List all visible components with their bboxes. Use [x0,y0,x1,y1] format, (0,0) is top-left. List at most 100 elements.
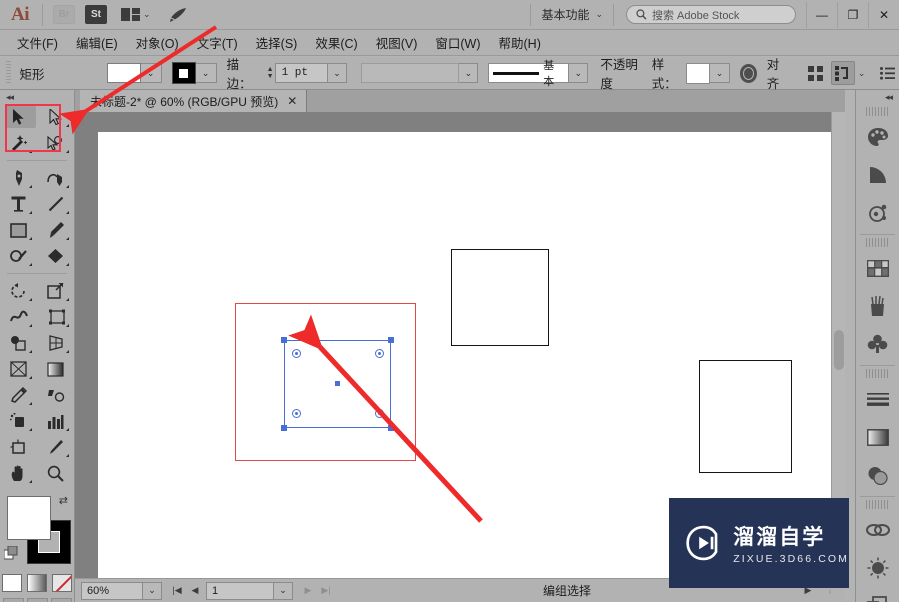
arrange-button[interactable] [831,61,855,85]
fill-swatch[interactable] [106,63,141,83]
maximize-button[interactable]: ❐ [837,1,868,28]
menu-effect[interactable]: 效果(C) [306,30,366,55]
menu-window[interactable]: 窗口(W) [426,30,489,55]
zoom-tool[interactable] [37,460,74,486]
stroke-weight-input[interactable]: 1 pt [274,63,328,83]
stroke-panel-icon[interactable] [856,380,899,418]
scale-tool[interactable] [37,278,74,304]
color-swatch-button[interactable] [2,574,22,592]
dock-collapse-button[interactable]: ◂◂ [856,90,899,104]
eyedropper-tool[interactable] [0,382,37,408]
transform-button[interactable] [803,61,827,85]
blend-tool[interactable] [37,382,74,408]
dock-group-grip[interactable] [866,238,889,247]
appearance-panel-icon[interactable] [856,511,899,549]
graphic-style-dropdown-arrow[interactable]: ⌄ [710,63,730,83]
zoom-level-input[interactable]: 60% [81,581,143,600]
previous-artboard-button[interactable]: ◀ [186,581,204,601]
paintbrush-tool[interactable] [37,217,74,243]
none-swatch-button[interactable] [52,574,72,592]
anchor-top-left[interactable] [281,337,287,343]
eraser-tool[interactable] [37,243,74,269]
menu-view[interactable]: 视图(V) [367,30,427,55]
first-artboard-button[interactable]: |◀ [168,581,186,601]
stroke-color-control[interactable]: ⌄ [171,62,217,84]
brush-definition-field[interactable]: 基本 [488,60,570,88]
opacity-label[interactable]: 不透明度 [600,54,646,93]
tools-collapse-button[interactable]: ◂◂ [0,90,74,104]
graphic-styles-panel-icon[interactable] [856,549,899,587]
default-fill-stroke-icon[interactable] [3,545,19,566]
zoom-level-dropdown-arrow[interactable]: ⌄ [143,581,162,600]
line-segment-tool[interactable] [37,191,74,217]
menu-help[interactable]: 帮助(H) [490,30,550,55]
artboard-tool[interactable] [0,434,37,460]
bridge-button[interactable]: Br [51,4,77,26]
menu-edit[interactable]: 编辑(E) [67,30,127,55]
arrange-dropdown-arrow[interactable]: ⌄ [858,68,866,79]
rectangle-tool[interactable] [0,217,37,243]
anchor-bottom-left[interactable] [281,425,287,431]
artboard-number-dropdown-arrow[interactable]: ⌄ [274,581,293,600]
close-button[interactable]: ✕ [868,1,899,28]
dock-group-grip[interactable] [866,500,889,509]
menu-select[interactable]: 选择(S) [247,30,307,55]
fill-color-box[interactable] [7,496,51,540]
gradient-panel-icon[interactable] [856,418,899,456]
transform-panel-icon[interactable] [856,587,899,602]
arrange-documents-button[interactable]: ⌄ [121,7,151,22]
hand-tool[interactable] [0,460,37,486]
launch-cc-button[interactable] [165,4,191,26]
fill-dropdown-arrow[interactable]: ⌄ [140,63,162,83]
corner-radius-widget-top-right[interactable] [375,349,384,358]
close-icon[interactable]: ✕ [287,94,297,108]
full-screen-mode-button[interactable] [50,598,72,602]
symbol-sprayer-tool[interactable] [0,408,37,434]
slice-tool[interactable] [37,434,74,460]
pen-tool[interactable] [0,165,37,191]
gradient-tool[interactable] [37,356,74,382]
variable-width-profile-field[interactable] [361,63,460,83]
stroke-dropdown-arrow[interactable]: ⌄ [195,63,217,83]
color-guide-panel-icon[interactable] [856,156,899,194]
magic-wand-tool[interactable] [0,130,37,156]
stroke-weight-dropdown-arrow[interactable]: ⌄ [327,63,348,83]
variable-width-dropdown-arrow[interactable]: ⌄ [459,63,479,83]
selection-tool[interactable] [0,104,37,130]
stroke-weight-stepper[interactable]: ▲ ▼ [267,66,274,80]
shaper-tool[interactable] [0,243,37,269]
stroke-swatch[interactable] [171,62,196,84]
last-artboard-button[interactable]: ▶| [317,581,335,601]
transparency-panel-icon[interactable] [856,456,899,494]
fill-color-control[interactable]: ⌄ [106,63,162,83]
dock-group-grip[interactable] [866,369,889,378]
minimize-button[interactable]: — [806,1,837,28]
color-panel-icon[interactable] [856,118,899,156]
anchor-bottom-right[interactable] [388,425,394,431]
artboard-number-input[interactable]: 1 [206,581,274,600]
shape-builder-tool[interactable] [0,330,37,356]
perspective-grid-tool[interactable] [37,330,74,356]
anchor-top-right[interactable] [388,337,394,343]
align-label[interactable]: 对齐 [766,54,790,93]
menu-object[interactable]: 对象(O) [127,30,188,55]
width-tool[interactable] [0,304,37,330]
stock-button[interactable]: St [83,4,109,26]
normal-screen-mode-button[interactable] [2,598,24,602]
workspace-switcher[interactable]: 基本功能 ⌄ [533,2,611,28]
lasso-tool[interactable] [37,130,74,156]
vertical-scrollbar-thumb[interactable] [834,330,844,370]
gradient-swatch-button[interactable] [27,574,47,592]
type-tool[interactable] [0,191,37,217]
curvature-tool[interactable] [37,165,74,191]
next-artboard-button[interactable]: ▶ [299,581,317,601]
stroke-weight-label[interactable]: 描边： [226,54,261,93]
brushes-panel-icon[interactable] [856,287,899,325]
options-list-button[interactable] [875,61,899,85]
swatches-panel-icon[interactable] [856,249,899,287]
menu-file[interactable]: 文件(F) [8,30,67,55]
corner-radius-widget-bottom-left[interactable] [292,409,301,418]
rectangle-right[interactable] [699,360,792,473]
recolor-artwork-panel-icon[interactable] [856,194,899,232]
recolor-artwork-icon[interactable] [739,63,757,83]
